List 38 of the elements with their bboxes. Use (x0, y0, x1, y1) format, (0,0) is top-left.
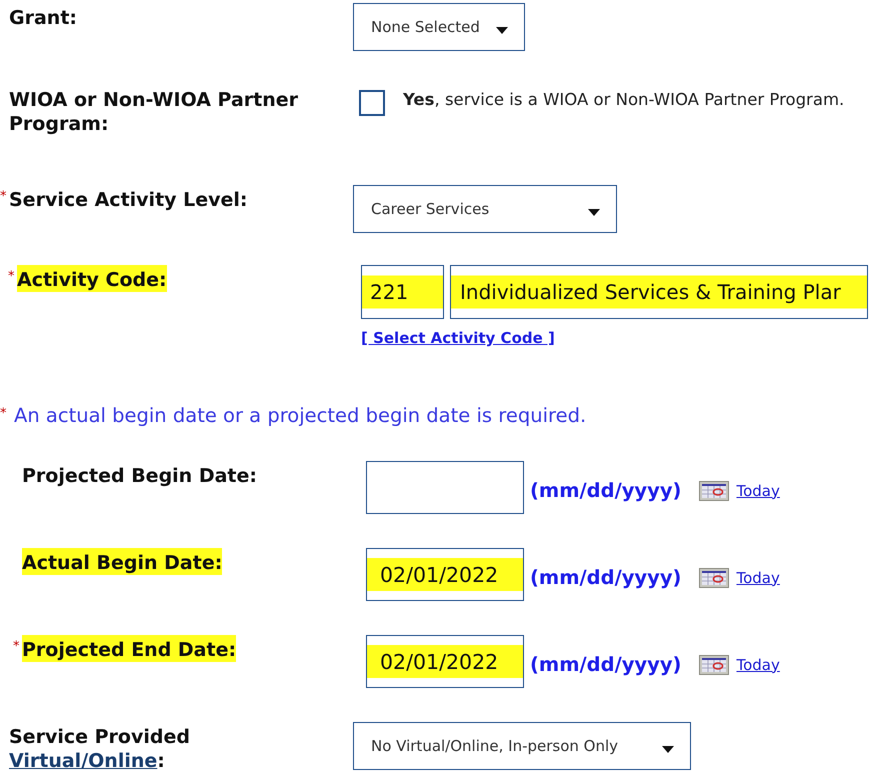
activity-name-field[interactable]: Individualized Services & Training Plar (450, 265, 868, 319)
checkbox-label: Yes, service is a WIOA or Non-WIOA Partner Program. (403, 89, 844, 109)
caret-icon (662, 746, 674, 752)
calendar-icon[interactable] (699, 568, 730, 588)
today-link[interactable]: Today (736, 656, 780, 674)
date-field[interactable]: 02/01/2022 (366, 548, 524, 601)
field-label: WIOA or Non-WIOA Partner Program: (9, 88, 299, 136)
field-label: Projected End Date: (22, 635, 236, 662)
date-field[interactable] (366, 461, 524, 514)
required-marker: * (0, 405, 8, 420)
dropdown[interactable]: No Virtual/Online, In-person Only (353, 722, 691, 770)
caret-icon (496, 26, 508, 34)
required-marker: * (13, 638, 20, 653)
date-format-hint: (mm/dd/yyyy) (530, 653, 682, 676)
label-colon: : (157, 750, 165, 772)
code-field[interactable]: 221 (361, 265, 444, 319)
field-label: Activity Code: (17, 265, 167, 292)
date-format-hint: (mm/dd/yyyy) (530, 566, 682, 589)
field-label: Service Activity Level: (9, 188, 248, 212)
calendar-icon[interactable] (699, 654, 730, 674)
today-link[interactable]: Today (736, 568, 780, 586)
field-label: Grant: (9, 6, 77, 30)
caret-icon (588, 208, 600, 216)
select-activity-link[interactable]: [ Select Activity Code ] (361, 329, 868, 347)
dropdown[interactable]: None Selected (353, 3, 525, 51)
required-marker: * (0, 188, 8, 203)
date-format-hint: (mm/dd/yyyy) (530, 479, 682, 502)
checkbox[interactable] (359, 90, 385, 116)
required-note: An actual begin date or a projected begin date is required. (14, 405, 586, 427)
calendar-icon[interactable] (699, 480, 730, 500)
date-field[interactable]: 02/01/2022 (366, 635, 524, 688)
today-link[interactable]: Today (736, 482, 780, 500)
field-label: Actual Begin Date: (22, 548, 222, 575)
dropdown[interactable]: Career Services (353, 185, 617, 233)
required-marker: * (8, 268, 16, 283)
field-label: Projected Begin Date: (22, 464, 257, 488)
help-link[interactable]: Virtual/Online (9, 750, 158, 772)
field-label: Service Provided (9, 725, 190, 749)
